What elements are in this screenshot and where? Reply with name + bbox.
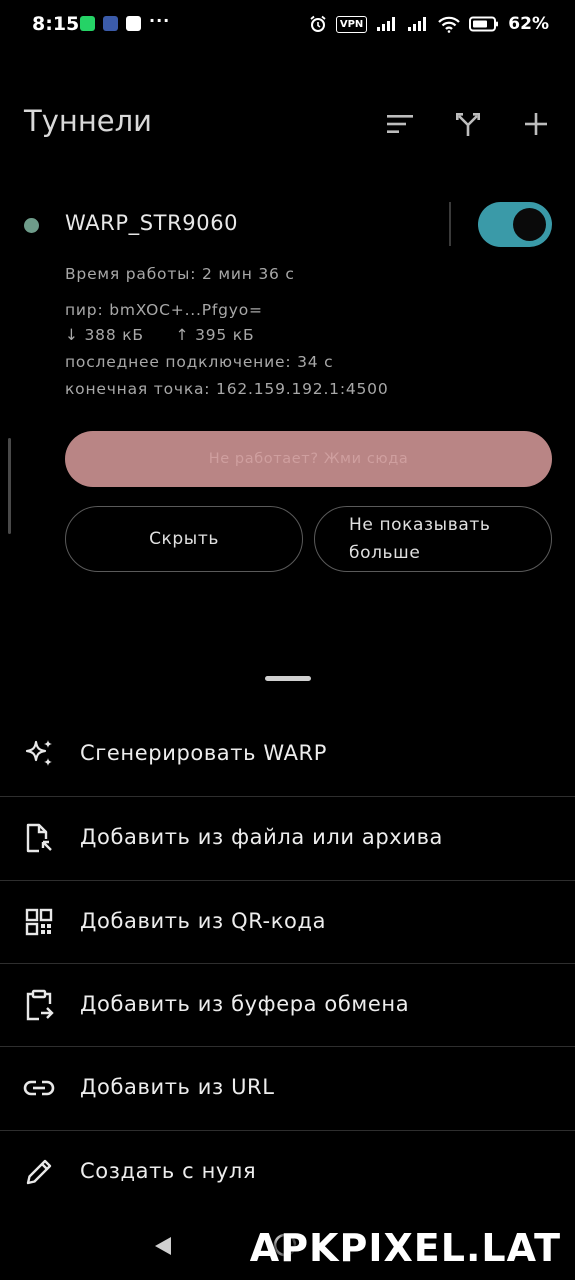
- traffic-rx: ↓ 388 кБ: [65, 326, 144, 344]
- sort-button[interactable]: [380, 104, 420, 144]
- vpn-badge: VPN: [335, 15, 368, 33]
- wifi-icon: [438, 16, 461, 33]
- alarm-icon: [310, 15, 326, 32]
- dont-show-again-label: Не показывать больше: [349, 511, 490, 567]
- menu-create-from-scratch[interactable]: Создать с нуля: [0, 1131, 575, 1214]
- tunnel-endpoint: конечная точка: 162.159.192.1:4500: [65, 380, 389, 398]
- menu-add-from-qr[interactable]: Добавить из QR-кода: [0, 881, 575, 964]
- menu-add-from-file[interactable]: Добавить из файла или архива: [0, 797, 575, 880]
- mail-icon: [103, 16, 118, 31]
- menu-generate-warp[interactable]: Сгенерировать WARP: [0, 713, 575, 796]
- battery-icon: [469, 16, 499, 32]
- pencil-icon: [22, 1155, 56, 1189]
- menu-label: Добавить из URL: [80, 1075, 275, 1099]
- tunnel-status-dot: [24, 218, 39, 233]
- system-icons: VPN 62%: [309, 14, 549, 34]
- dont-show-again-button[interactable]: Не показывать больше: [314, 506, 552, 572]
- split-tunnel-button[interactable]: [448, 104, 488, 144]
- tunnel-toggle[interactable]: [478, 202, 552, 247]
- dont-show-line-2: больше: [349, 543, 421, 563]
- pencil-square-icon: [126, 16, 141, 31]
- menu-label: Сгенерировать WARP: [80, 741, 327, 765]
- menu-add-from-url[interactable]: Добавить из URL: [0, 1047, 575, 1130]
- link-icon: [22, 1071, 56, 1105]
- fork-icon: [456, 113, 480, 136]
- tunnel-traffic: ↓ 388 кБ ↑ 395 кБ: [65, 326, 254, 344]
- not-working-button[interactable]: Не работает? Жми сюда: [65, 431, 552, 487]
- tunnel-uptime: Время работы: 2 мин 36 с: [65, 265, 295, 283]
- clipboard-icon: [22, 988, 56, 1022]
- traffic-tx: ↑ 395 кБ: [175, 326, 255, 344]
- nav-back-icon[interactable]: [151, 1234, 175, 1258]
- status-time: 8:15: [32, 13, 80, 35]
- whatsapp-icon: [80, 16, 95, 31]
- add-tunnel-button[interactable]: [516, 104, 556, 144]
- qr-code-icon: [22, 905, 56, 939]
- tunnel-name[interactable]: WARP_STR9060: [65, 211, 238, 235]
- menu-label: Добавить из QR-кода: [80, 909, 327, 933]
- sparkle-icon: [22, 737, 56, 771]
- notification-icons: ···: [80, 11, 170, 31]
- signal-icon: [408, 17, 427, 31]
- page-title: Туннели: [24, 104, 153, 138]
- tunnel-last-handshake: последнее подключение: 34 с: [65, 353, 334, 371]
- hide-button[interactable]: Скрыть: [65, 506, 303, 572]
- hide-label: Скрыть: [149, 529, 219, 549]
- dont-show-line-1: Не показывать: [349, 515, 491, 535]
- sort-icon: [387, 115, 413, 133]
- not-working-label: Не работает? Жми сюда: [208, 451, 409, 467]
- toggle-knob: [513, 208, 546, 241]
- menu-label: Создать с нуля: [80, 1159, 257, 1183]
- signal-icon: [377, 17, 396, 31]
- menu-label: Добавить из файла или архива: [80, 825, 444, 849]
- menu-add-from-clipboard[interactable]: Добавить из буфера обмена: [0, 964, 575, 1047]
- battery-level: 62%: [508, 14, 549, 34]
- tunnel-peer: пир: bmXOC+...Pfgyo=: [65, 301, 263, 319]
- menu-label: Добавить из буфера обмена: [80, 992, 410, 1016]
- scroll-indicator: [8, 438, 11, 534]
- more-notifications: ···: [149, 11, 171, 30]
- watermark: APKPIXEL.LAT: [249, 1226, 561, 1270]
- status-bar: 8:15 ··· VPN 62%: [0, 0, 575, 52]
- plus-icon: [525, 113, 547, 135]
- divider: [449, 202, 451, 246]
- file-import-icon: [22, 821, 56, 855]
- sheet-drag-handle[interactable]: [265, 676, 311, 681]
